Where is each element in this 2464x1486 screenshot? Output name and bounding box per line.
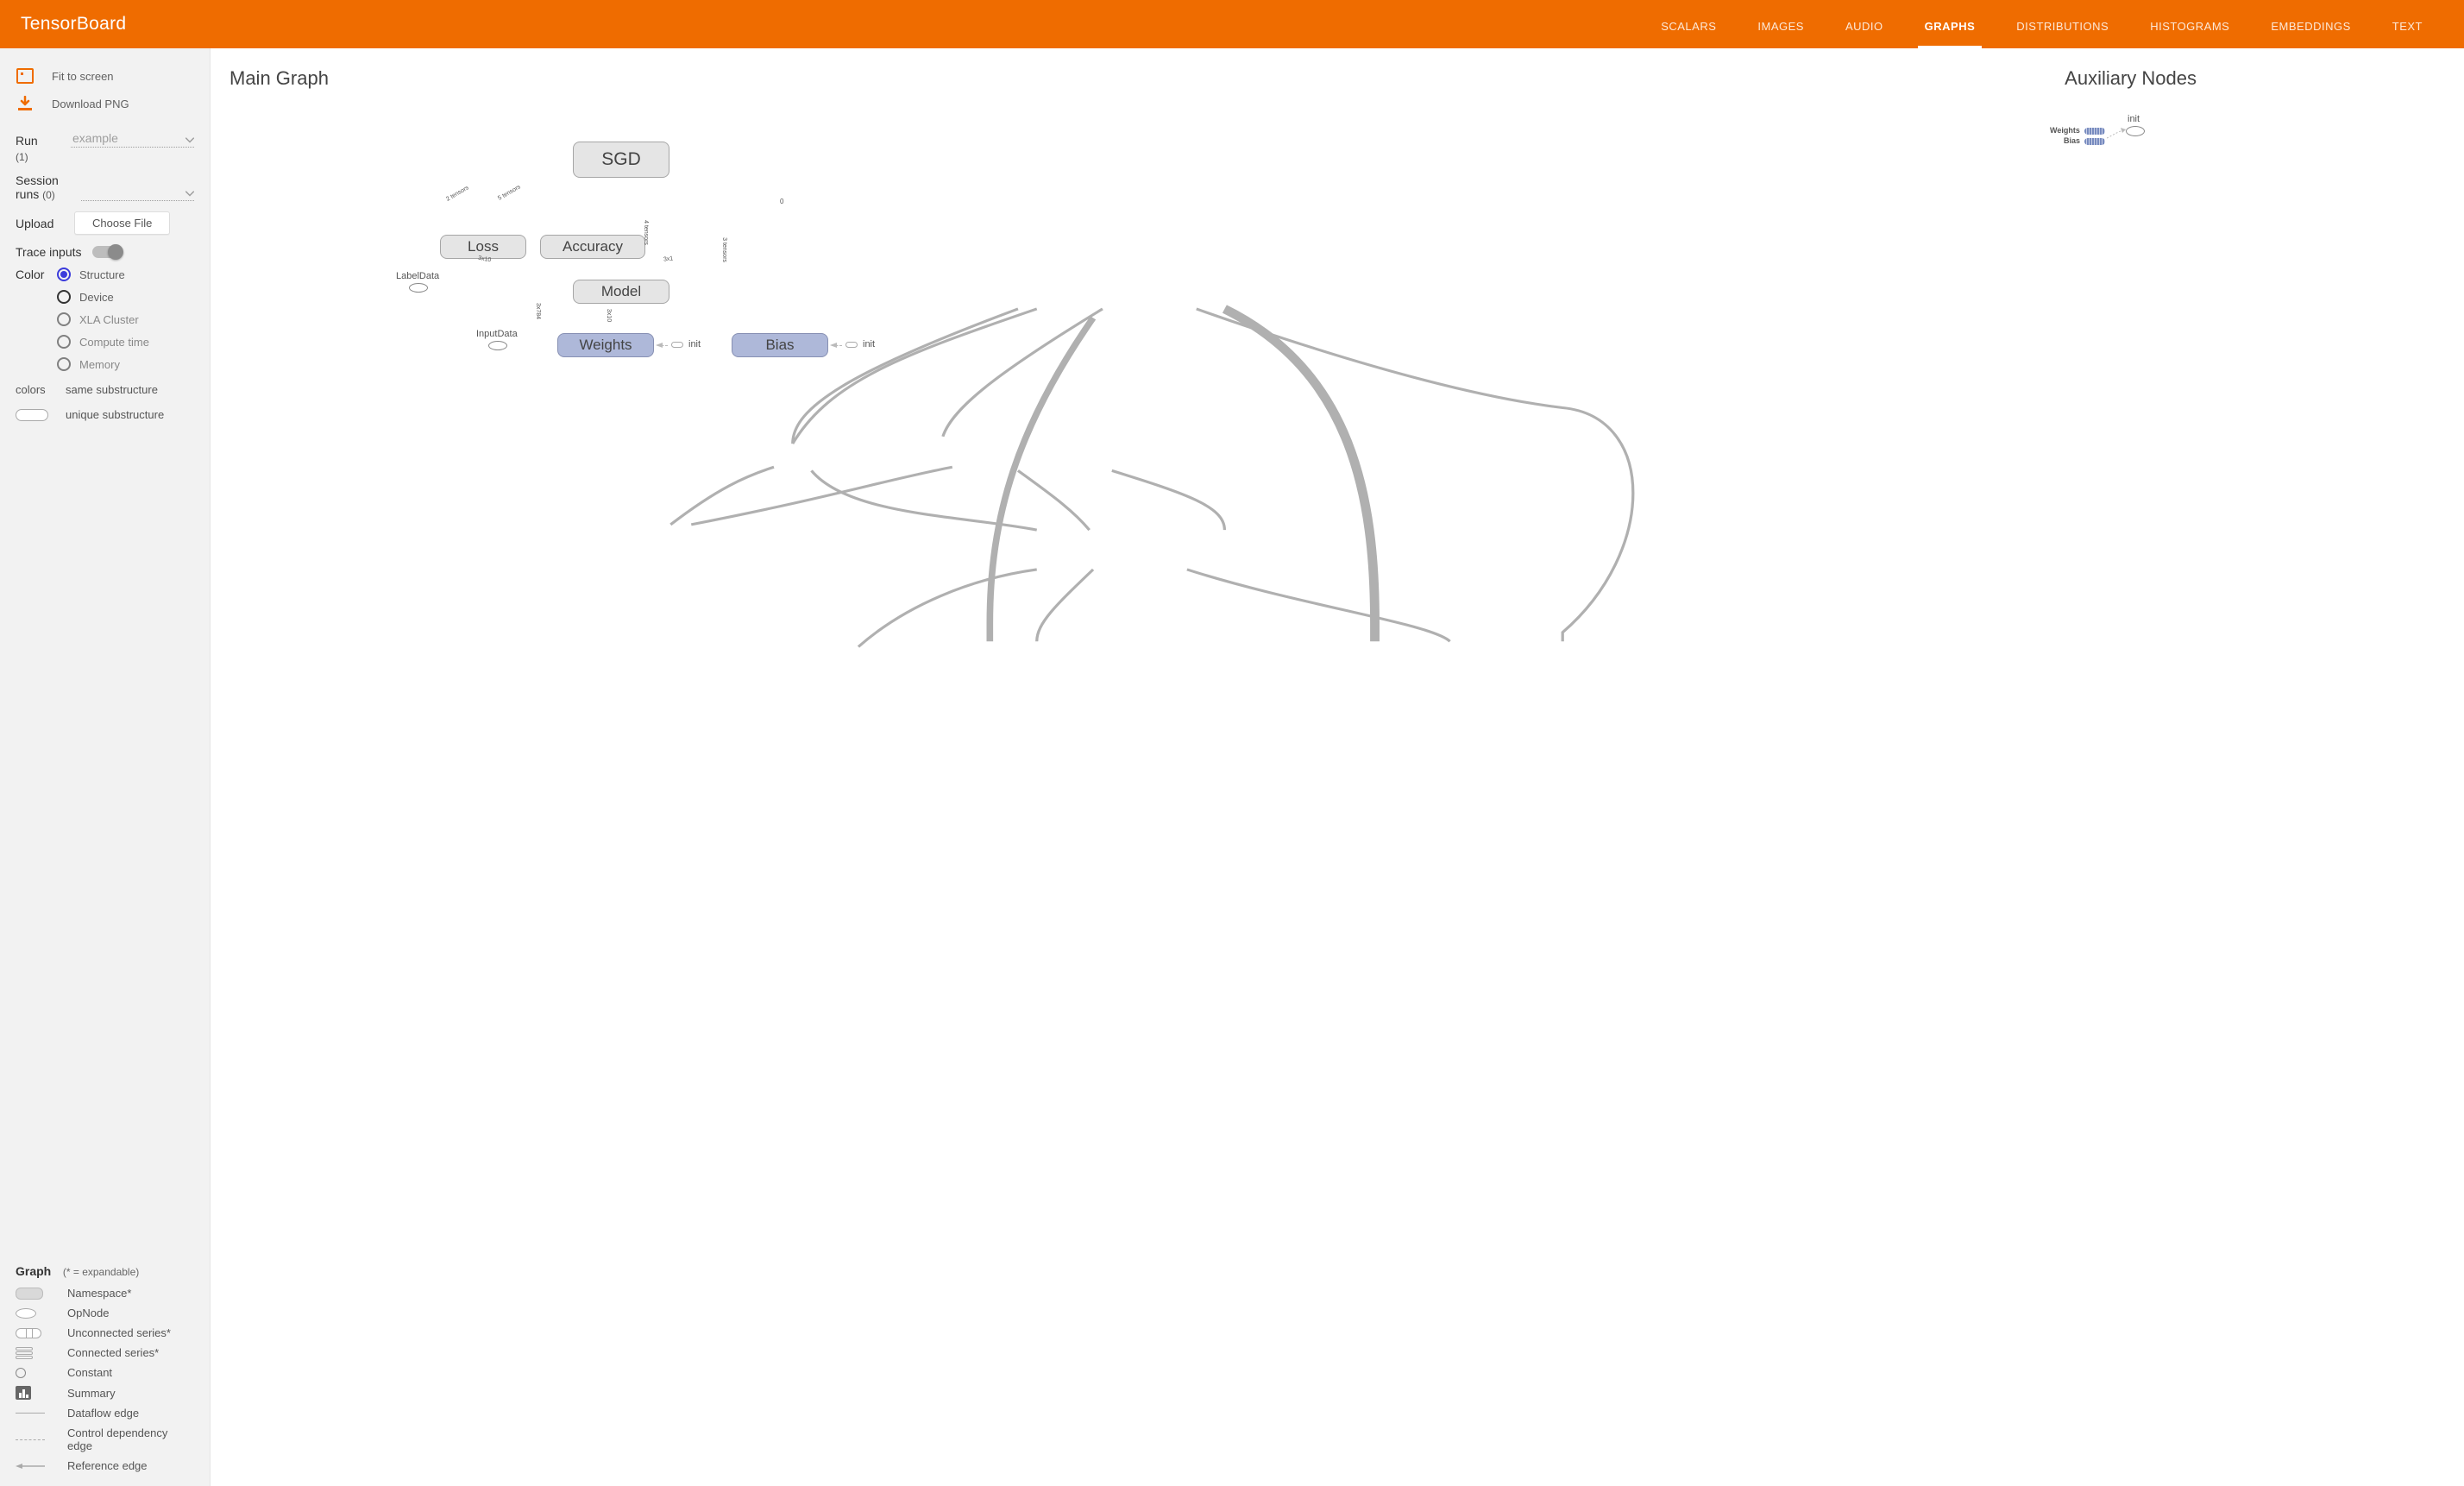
tab-graphs[interactable]: GRAPHS (1925, 0, 1976, 48)
edge-label-3x10b: 3x10 (606, 309, 612, 322)
legend-reference-label: Reference edge (67, 1459, 194, 1472)
download-png-button[interactable]: Download PNG (16, 90, 194, 117)
tab-images[interactable]: IMAGES (1757, 0, 1804, 48)
colors-word: colors (16, 383, 57, 396)
legend-connected-icon (16, 1347, 57, 1359)
node-labeldata[interactable] (409, 283, 428, 293)
legend-summary-label: Summary (67, 1387, 194, 1400)
sidebar: Fit to screen Download PNG Run example (0, 48, 211, 1486)
fit-to-screen-label: Fit to screen (52, 70, 114, 83)
legend-controldep-icon (16, 1439, 57, 1440)
choose-file-button[interactable]: Choose File (74, 211, 170, 235)
tab-histograms[interactable]: HISTOGRAMS (2150, 0, 2229, 48)
legend-opnode-icon (16, 1308, 57, 1319)
tab-text[interactable]: TEXT (2392, 0, 2423, 48)
aux-bias-label: Bias (2064, 136, 2080, 145)
legend-constant-label: Constant (67, 1366, 194, 1379)
upload-label: Upload (16, 217, 64, 230)
session-runs-label: Session runs (0) (16, 173, 71, 201)
node-accuracy[interactable]: Accuracy (540, 235, 645, 259)
app-header: TensorBoard SCALARS IMAGES AUDIO GRAPHS … (0, 0, 2464, 48)
legend-dataflow-label: Dataflow edge (67, 1407, 194, 1420)
node-sgd[interactable]: SGD (573, 142, 669, 178)
trace-inputs-toggle[interactable] (92, 246, 122, 258)
color-label: Color (16, 268, 50, 281)
color-option-xla[interactable]: XLA Cluster (57, 312, 149, 326)
aux-weights-label: Weights (2050, 126, 2080, 135)
tab-audio[interactable]: AUDIO (1845, 0, 1883, 48)
brand-title: TensorBoard (21, 14, 126, 35)
aux-edge (2107, 128, 2129, 142)
legend-connected-label: Connected series* (67, 1346, 194, 1359)
trace-inputs-label: Trace inputs (16, 245, 82, 259)
main-graph-title: Main Graph (229, 67, 329, 90)
edge-label-3x10a: 3x10 (478, 255, 492, 264)
edge-label-3x784: 3x784 (535, 303, 541, 319)
edge-label-zero: 0 (780, 198, 783, 205)
node-model[interactable]: Model (573, 280, 669, 304)
node-inputdata-label: InputData (476, 329, 518, 339)
unique-substructure-label: unique substructure (66, 408, 194, 421)
bias-init-label: init (863, 339, 875, 349)
unique-substructure-shape (16, 409, 48, 421)
bias-init-series (845, 342, 858, 348)
fit-to-screen-button[interactable]: Fit to screen (16, 62, 194, 90)
arrow-icon (656, 342, 664, 349)
aux-bias-series[interactable] (2084, 138, 2105, 145)
edge-label-3tensors: 3 tensors (721, 237, 727, 262)
edge-label-4tensors: 4 tensors (643, 220, 649, 245)
legend-unconnected-icon (16, 1328, 57, 1338)
color-option-structure[interactable]: Structure (57, 268, 149, 281)
legend-namespace-icon (16, 1288, 57, 1300)
download-png-label: Download PNG (52, 98, 129, 110)
aux-init-label: init (2128, 114, 2140, 124)
graph-edges (211, 48, 2464, 1486)
legend-hint: (* = expandable) (63, 1266, 139, 1278)
chevron-down-icon (185, 186, 194, 198)
edge-label-2tensors: 2 tensors (445, 185, 469, 202)
color-option-memory[interactable]: Memory (57, 357, 149, 371)
run-select[interactable]: example (71, 129, 194, 148)
legend-title: Graph (16, 1264, 51, 1278)
color-option-compute[interactable]: Compute time (57, 335, 149, 349)
edge-label-3x1: 3x1 (663, 255, 674, 262)
tab-embeddings[interactable]: EMBEDDINGS (2271, 0, 2350, 48)
aux-nodes-area: init Weights Bias (2102, 135, 2274, 204)
tab-distributions[interactable]: DISTRIBUTIONS (2016, 0, 2109, 48)
color-option-device[interactable]: Device (57, 290, 149, 304)
legend-opnode-label: OpNode (67, 1307, 194, 1319)
run-label: Run (16, 134, 60, 148)
tab-scalars[interactable]: SCALARS (1661, 0, 1716, 48)
legend-controldep-label: Control dependency edge (67, 1426, 194, 1452)
legend-namespace-label: Namespace* (67, 1287, 194, 1300)
download-icon (16, 96, 35, 111)
tabs: SCALARS IMAGES AUDIO GRAPHS DISTRIBUTION… (1661, 0, 2443, 48)
legend-unconnected-label: Unconnected series* (67, 1326, 194, 1339)
fit-screen-icon (16, 68, 35, 84)
node-bias[interactable]: Bias (732, 333, 828, 357)
arrow-icon (830, 342, 839, 349)
legend-constant-icon (16, 1368, 57, 1378)
weights-init-label: init (688, 339, 701, 349)
same-substructure-label: same substructure (66, 383, 194, 396)
node-inputdata[interactable] (488, 341, 507, 350)
graph-legend: Graph (* = expandable) Namespace* OpNode… (0, 1252, 210, 1486)
aux-weights-series[interactable] (2084, 128, 2105, 135)
aux-nodes-title: Auxiliary Nodes (2065, 67, 2197, 90)
run-count: (1) (16, 151, 28, 163)
node-labeldata-label: LabelData (396, 271, 439, 281)
weights-init-series (671, 342, 683, 348)
legend-reference-icon (16, 1463, 57, 1470)
color-radio-group: Structure Device XLA Cluster Compute tim… (57, 268, 149, 371)
node-weights[interactable]: Weights (557, 333, 654, 357)
legend-summary-icon (16, 1386, 57, 1400)
session-runs-select[interactable] (81, 183, 194, 201)
edge-label-5tensors: 5 tensors (497, 184, 521, 201)
chevron-down-icon (185, 132, 194, 145)
graph-canvas[interactable]: Main Graph Auxiliary Nodes (211, 48, 2464, 1486)
legend-dataflow-icon (16, 1413, 57, 1414)
